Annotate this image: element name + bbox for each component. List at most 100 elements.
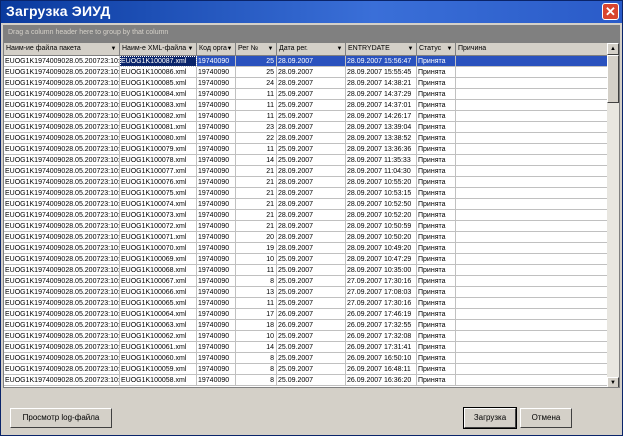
reg-date-cell[interactable]: 26.09.2007 bbox=[277, 320, 346, 331]
package-file-cell[interactable]: EUOG1K1974009028.05.200723:10: bbox=[4, 89, 120, 100]
package-file-cell[interactable]: EUOG1K1974009028.05.200723:10: bbox=[4, 166, 120, 177]
org-code-cell[interactable]: 19740090 bbox=[197, 210, 236, 221]
package-file-cell[interactable]: EUOG1K1974009028.05.200723:10: bbox=[4, 177, 120, 188]
reg-no-cell[interactable]: 25 bbox=[236, 67, 277, 78]
entrydate-cell[interactable]: 28.09.2007 10:50:20 bbox=[346, 232, 417, 243]
entrydate-cell[interactable]: 27.09.2007 17:08:03 bbox=[346, 287, 417, 298]
reg-date-cell[interactable]: 28.09.2007 bbox=[277, 177, 346, 188]
reason-cell[interactable] bbox=[456, 287, 608, 298]
reg-date-cell[interactable]: 28.09.2007 bbox=[277, 221, 346, 232]
status-cell[interactable]: Принята bbox=[417, 364, 456, 375]
reg-date-cell[interactable]: 25.09.2007 bbox=[277, 254, 346, 265]
reg-date-cell[interactable]: 28.09.2007 bbox=[277, 78, 346, 89]
reg-no-cell[interactable]: 18 bbox=[236, 320, 277, 331]
reg-no-cell[interactable]: 8 bbox=[236, 276, 277, 287]
reg-date-cell[interactable]: 28.09.2007 bbox=[277, 232, 346, 243]
entrydate-cell[interactable]: 28.09.2007 13:38:52 bbox=[346, 133, 417, 144]
status-cell[interactable]: Принята bbox=[417, 166, 456, 177]
reg-date-cell[interactable]: 25.09.2007 bbox=[277, 89, 346, 100]
table-row[interactable]: EUOG1K1974009028.05.200723:10: EUOG1K1000… bbox=[4, 111, 608, 122]
filter-dropdown-icon[interactable]: ▼ bbox=[335, 44, 344, 54]
xml-file-cell[interactable]: EUOG1K100074.xml bbox=[120, 199, 197, 210]
table-row[interactable]: EUOG1K1974009028.05.200723:10: EUOG1K1000… bbox=[4, 188, 608, 199]
reason-cell[interactable] bbox=[456, 364, 608, 375]
reason-cell[interactable] bbox=[456, 155, 608, 166]
reg-no-cell[interactable]: 8 bbox=[236, 375, 277, 386]
status-cell[interactable]: Принята bbox=[417, 67, 456, 78]
org-code-cell[interactable]: 19740090 bbox=[197, 56, 236, 67]
status-cell[interactable]: Принята bbox=[417, 232, 456, 243]
reg-no-cell[interactable]: 14 bbox=[236, 342, 277, 353]
reg-date-cell[interactable]: 28.09.2007 bbox=[277, 188, 346, 199]
org-code-cell[interactable]: 19740090 bbox=[197, 177, 236, 188]
xml-file-cell[interactable]: EUOG1K100082.xml bbox=[120, 111, 197, 122]
status-cell[interactable]: Принята bbox=[417, 78, 456, 89]
status-cell[interactable]: Принята bbox=[417, 320, 456, 331]
entrydate-cell[interactable]: 28.09.2007 10:49:20 bbox=[346, 243, 417, 254]
filter-dropdown-icon[interactable]: ▼ bbox=[186, 44, 195, 54]
status-cell[interactable]: Принята bbox=[417, 331, 456, 342]
entrydate-cell[interactable]: 28.09.2007 14:26:17 bbox=[346, 111, 417, 122]
org-code-cell[interactable]: 19740090 bbox=[197, 122, 236, 133]
package-file-cell[interactable]: EUOG1K1974009028.05.200723:10: bbox=[4, 232, 120, 243]
xml-file-cell[interactable]: EUOG1K100065.xml bbox=[120, 298, 197, 309]
reason-cell[interactable] bbox=[456, 199, 608, 210]
xml-file-cell[interactable]: EUOG1K100083.xml bbox=[120, 100, 197, 111]
org-code-cell[interactable]: 19740090 bbox=[197, 155, 236, 166]
xml-file-cell[interactable]: EUOG1K100067.xml bbox=[120, 276, 197, 287]
package-file-cell[interactable]: EUOG1K1974009028.05.200723:10: bbox=[4, 133, 120, 144]
status-cell[interactable]: Принята bbox=[417, 287, 456, 298]
package-file-cell[interactable]: EUOG1K1974009028.05.200723:10: bbox=[4, 100, 120, 111]
xml-file-cell[interactable]: EUOG1K100060.xml bbox=[120, 353, 197, 364]
reason-cell[interactable] bbox=[456, 331, 608, 342]
reg-date-cell[interactable]: 26.09.2007 bbox=[277, 309, 346, 320]
package-file-cell[interactable]: EUOG1K1974009028.05.200723:10: bbox=[4, 320, 120, 331]
status-cell[interactable]: Принята bbox=[417, 111, 456, 122]
reg-date-cell[interactable]: 25.09.2007 bbox=[277, 155, 346, 166]
reg-no-cell[interactable]: 21 bbox=[236, 210, 277, 221]
org-code-cell[interactable]: 19740090 bbox=[197, 364, 236, 375]
org-code-cell[interactable]: 19740090 bbox=[197, 67, 236, 78]
reason-cell[interactable] bbox=[456, 144, 608, 155]
org-code-cell[interactable]: 19740090 bbox=[197, 89, 236, 100]
reg-no-cell[interactable]: 21 bbox=[236, 177, 277, 188]
reg-date-cell[interactable]: 25.09.2007 bbox=[277, 100, 346, 111]
table-row[interactable]: EUOG1K1974009028.05.200723:10: EUOG1K1000… bbox=[4, 243, 608, 254]
entrydate-cell[interactable]: 28.09.2007 15:55:45 bbox=[346, 67, 417, 78]
entrydate-cell[interactable]: 28.09.2007 14:38:21 bbox=[346, 78, 417, 89]
reg-no-cell[interactable]: 10 bbox=[236, 254, 277, 265]
status-cell[interactable]: Принята bbox=[417, 254, 456, 265]
package-file-cell[interactable]: EUOG1K1974009028.05.200723:10: bbox=[4, 364, 120, 375]
package-file-cell[interactable]: EUOG1K1974009028.05.200723:10: bbox=[4, 243, 120, 254]
reg-date-cell[interactable]: 25.09.2007 bbox=[277, 287, 346, 298]
reason-cell[interactable] bbox=[456, 254, 608, 265]
xml-file-cell[interactable]: EUOG1K100076.xml bbox=[120, 177, 197, 188]
org-code-cell[interactable]: 19740090 bbox=[197, 265, 236, 276]
status-cell[interactable]: Принята bbox=[417, 177, 456, 188]
reason-cell[interactable] bbox=[456, 353, 608, 364]
reg-date-cell[interactable]: 25.09.2007 bbox=[277, 144, 346, 155]
org-code-cell[interactable]: 19740090 bbox=[197, 320, 236, 331]
table-row[interactable]: EUOG1K1974009028.05.200723:10: EUOG1K1000… bbox=[4, 177, 608, 188]
filter-dropdown-icon[interactable]: ▼ bbox=[406, 44, 415, 54]
table-row[interactable]: EUOG1K1974009028.05.200723:10: EUOG1K1000… bbox=[4, 232, 608, 243]
package-file-cell[interactable]: EUOG1K1974009028.05.200723:10: bbox=[4, 375, 120, 386]
xml-file-cell[interactable]: EUOG1K100069.xml bbox=[120, 254, 197, 265]
filter-dropdown-icon[interactable]: ▼ bbox=[109, 44, 118, 54]
col-header-reg-date[interactable]: Дата рег. ▼ bbox=[277, 43, 346, 56]
reg-no-cell[interactable]: 13 bbox=[236, 287, 277, 298]
reg-no-cell[interactable]: 24 bbox=[236, 78, 277, 89]
entrydate-cell[interactable]: 28.09.2007 15:56:47 bbox=[346, 56, 417, 67]
cancel-button[interactable]: Отмена bbox=[520, 408, 572, 428]
filter-dropdown-icon[interactable]: ▼ bbox=[225, 44, 234, 54]
entrydate-cell[interactable]: 26.09.2007 17:46:19 bbox=[346, 309, 417, 320]
reg-date-cell[interactable]: 25.09.2007 bbox=[277, 111, 346, 122]
package-file-cell[interactable]: EUOG1K1974009028.05.200723:10: bbox=[4, 199, 120, 210]
table-row[interactable]: EUOG1K1974009028.05.200723:10: EUOG1K1000… bbox=[4, 287, 608, 298]
title-bar[interactable]: Загрузка ЭИУД ✕ bbox=[1, 1, 622, 23]
col-header-reason[interactable]: Причина bbox=[456, 43, 608, 56]
entrydate-cell[interactable]: 26.09.2007 16:36:20 bbox=[346, 375, 417, 386]
reg-no-cell[interactable]: 21 bbox=[236, 221, 277, 232]
org-code-cell[interactable]: 19740090 bbox=[197, 254, 236, 265]
reg-date-cell[interactable]: 25.09.2007 bbox=[277, 353, 346, 364]
